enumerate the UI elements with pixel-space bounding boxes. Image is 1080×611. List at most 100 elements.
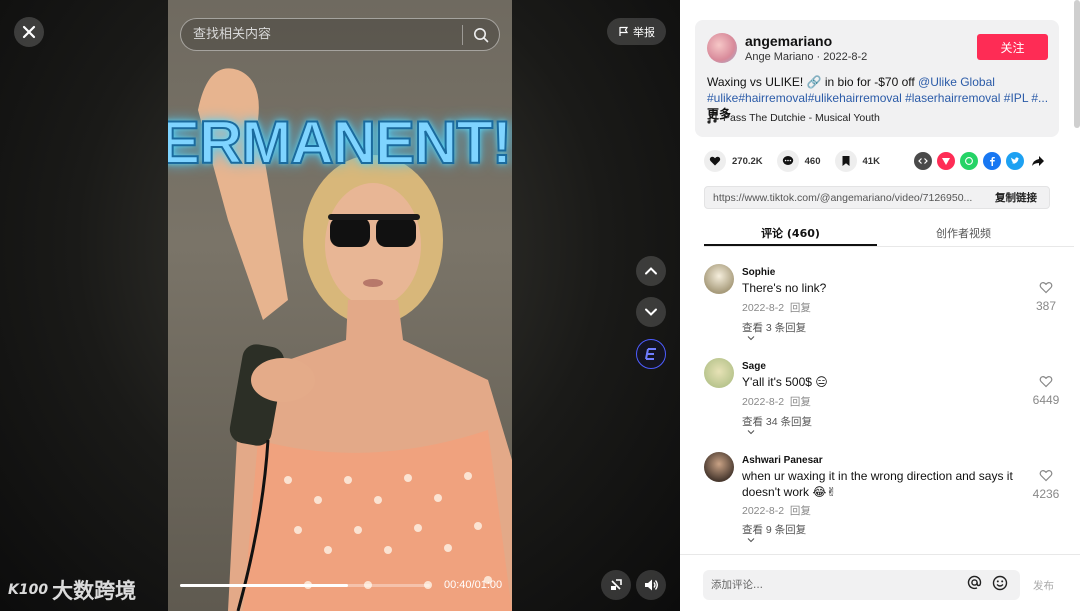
comment-like-button[interactable]: 4236 [1031, 469, 1061, 501]
avatar[interactable] [704, 452, 734, 482]
save-button[interactable]: 41K [834, 150, 880, 172]
comment-tabs: 评论 (460) 创作者视频 [704, 220, 1074, 247]
like-count: 270.2K [732, 155, 763, 167]
comment-text: There's no link? [742, 281, 827, 295]
heart-outline-icon [1039, 376, 1053, 388]
extension-button[interactable] [636, 339, 666, 369]
comment-like-button[interactable]: 6449 [1031, 375, 1061, 407]
pip-icon [611, 579, 622, 590]
comment-text: Y'all it's 500$ 😑 [742, 375, 828, 389]
whatsapp-icon[interactable] [960, 152, 978, 170]
view-replies-button[interactable]: 查看 9 条回复 [742, 522, 806, 537]
search-button[interactable] [463, 18, 499, 51]
bookmark-icon [834, 150, 857, 172]
hashtag-links[interactable]: #ulike#hairremoval#ulikehairremoval #las… [707, 91, 1048, 105]
next-video-button[interactable] [636, 297, 666, 327]
comment-compose-bar: 发布 [680, 554, 1080, 611]
chevron-down-icon [747, 538, 755, 543]
comment-list: Sophie There's no link? 2022-8-2 回复 查看 3… [680, 256, 1065, 552]
reply-button[interactable]: 回复 [790, 505, 811, 517]
comment-username[interactable]: Sage [742, 361, 766, 372]
comment-bubble-icon [776, 150, 799, 172]
comment-text: when ur waxing it in the wrong direction… [742, 469, 1013, 499]
comment-meta: 2022-8-2 回复 [742, 300, 811, 315]
close-button[interactable] [14, 17, 44, 47]
watermark-logo: K100 [8, 582, 49, 598]
copy-link-button[interactable]: 复制链接 [983, 190, 1049, 205]
reply-button[interactable]: 回复 [790, 302, 811, 314]
embed-icon[interactable] [914, 152, 932, 170]
comment-count: 460 [804, 155, 821, 167]
info-panel: angemariano Ange Mariano · 2022-8-2 关注 W… [680, 0, 1080, 611]
video-progress-bar[interactable] [180, 584, 430, 587]
comment-meta: 2022-8-2 回复 [742, 394, 811, 409]
avatar[interactable] [707, 33, 737, 63]
heart-outline-icon [1039, 470, 1053, 482]
previous-video-button[interactable] [636, 256, 666, 286]
volume-button[interactable] [636, 570, 666, 600]
extension-logo-icon [645, 348, 656, 360]
video-overlay-caption: ERMANENT!! [168, 108, 512, 177]
comment-input[interactable] [703, 579, 967, 591]
follow-button[interactable]: 关注 [977, 34, 1048, 60]
search-box [180, 18, 500, 51]
share-arrow-icon[interactable] [1029, 152, 1047, 170]
save-count: 41K [862, 155, 880, 167]
comment-button[interactable]: 460 [776, 150, 821, 172]
report-label: 举报 [633, 25, 655, 39]
search-input[interactable] [181, 27, 462, 42]
reply-button[interactable]: 回复 [790, 396, 811, 408]
comment-input-wrap [703, 570, 1020, 600]
watermark-text: 大数跨境 [52, 579, 137, 603]
comment-username[interactable]: Ashwari Panesar [742, 455, 823, 466]
volume-icon [645, 579, 658, 591]
like-button[interactable]: 270.2K [704, 150, 763, 172]
comment-date: 2022-8-2 [742, 396, 785, 408]
chevron-down-icon [747, 430, 755, 435]
share-link-url[interactable]: https://www.tiktok.com/@angemariano/vide… [705, 192, 983, 204]
facebook-icon[interactable] [983, 152, 1001, 170]
tab-creator-videos[interactable]: 创作者视频 [877, 220, 1050, 246]
watermark: K100 大数跨境 [8, 575, 136, 605]
chevron-up-icon [645, 267, 657, 275]
comment-like-button[interactable]: 387 [1031, 281, 1061, 313]
video-pane: ERMANENT!! 举报 [0, 0, 680, 611]
send-icon[interactable] [937, 152, 955, 170]
chevron-down-icon [645, 308, 657, 316]
view-replies-button[interactable]: 查看 3 条回复 [742, 320, 806, 335]
panel-scrollbar[interactable] [1074, 0, 1080, 128]
heart-outline-icon [1039, 282, 1053, 294]
heart-icon [704, 150, 726, 172]
music-note-icon [707, 112, 717, 124]
mention-button[interactable] [967, 575, 982, 595]
emoji-icon [992, 575, 1008, 590]
chevron-down-icon [747, 336, 755, 341]
author-display-date: Ange Mariano · 2022-8-2 [745, 51, 868, 63]
share-row [914, 152, 1047, 170]
author-username[interactable]: angemariano [745, 33, 832, 49]
music-link[interactable]: Pass The Dutchie - Musical Youth [707, 112, 880, 124]
comment-username[interactable]: Sophie [742, 267, 775, 278]
emoji-button[interactable] [992, 575, 1008, 596]
view-replies-button[interactable]: 查看 34 条回复 [742, 414, 812, 429]
video-progress-fill [180, 584, 348, 587]
close-icon [22, 25, 36, 39]
avatar[interactable] [704, 358, 734, 388]
picture-in-picture-button[interactable] [601, 570, 631, 600]
video-frame-image [198, 68, 512, 611]
tab-comments[interactable]: 评论 (460) [704, 220, 877, 246]
twitter-icon[interactable] [1006, 152, 1024, 170]
share-link-box: https://www.tiktok.com/@angemariano/vide… [704, 186, 1050, 209]
at-sign-icon [967, 575, 982, 590]
flag-icon [619, 26, 629, 36]
search-icon [474, 27, 489, 42]
music-title: Pass The Dutchie - Musical Youth [723, 112, 880, 124]
video-time: 00:40/01:00 [444, 579, 503, 591]
mention-link[interactable]: @Ulike Global [918, 75, 995, 89]
post-comment-button[interactable]: 发布 [1033, 578, 1054, 593]
avatar[interactable] [704, 264, 734, 294]
report-button[interactable]: 举报 [607, 18, 666, 45]
stats-row: 270.2K 460 41K [704, 150, 894, 172]
video-player[interactable]: ERMANENT!! [168, 0, 512, 611]
comment-like-count: 387 [1035, 299, 1057, 313]
